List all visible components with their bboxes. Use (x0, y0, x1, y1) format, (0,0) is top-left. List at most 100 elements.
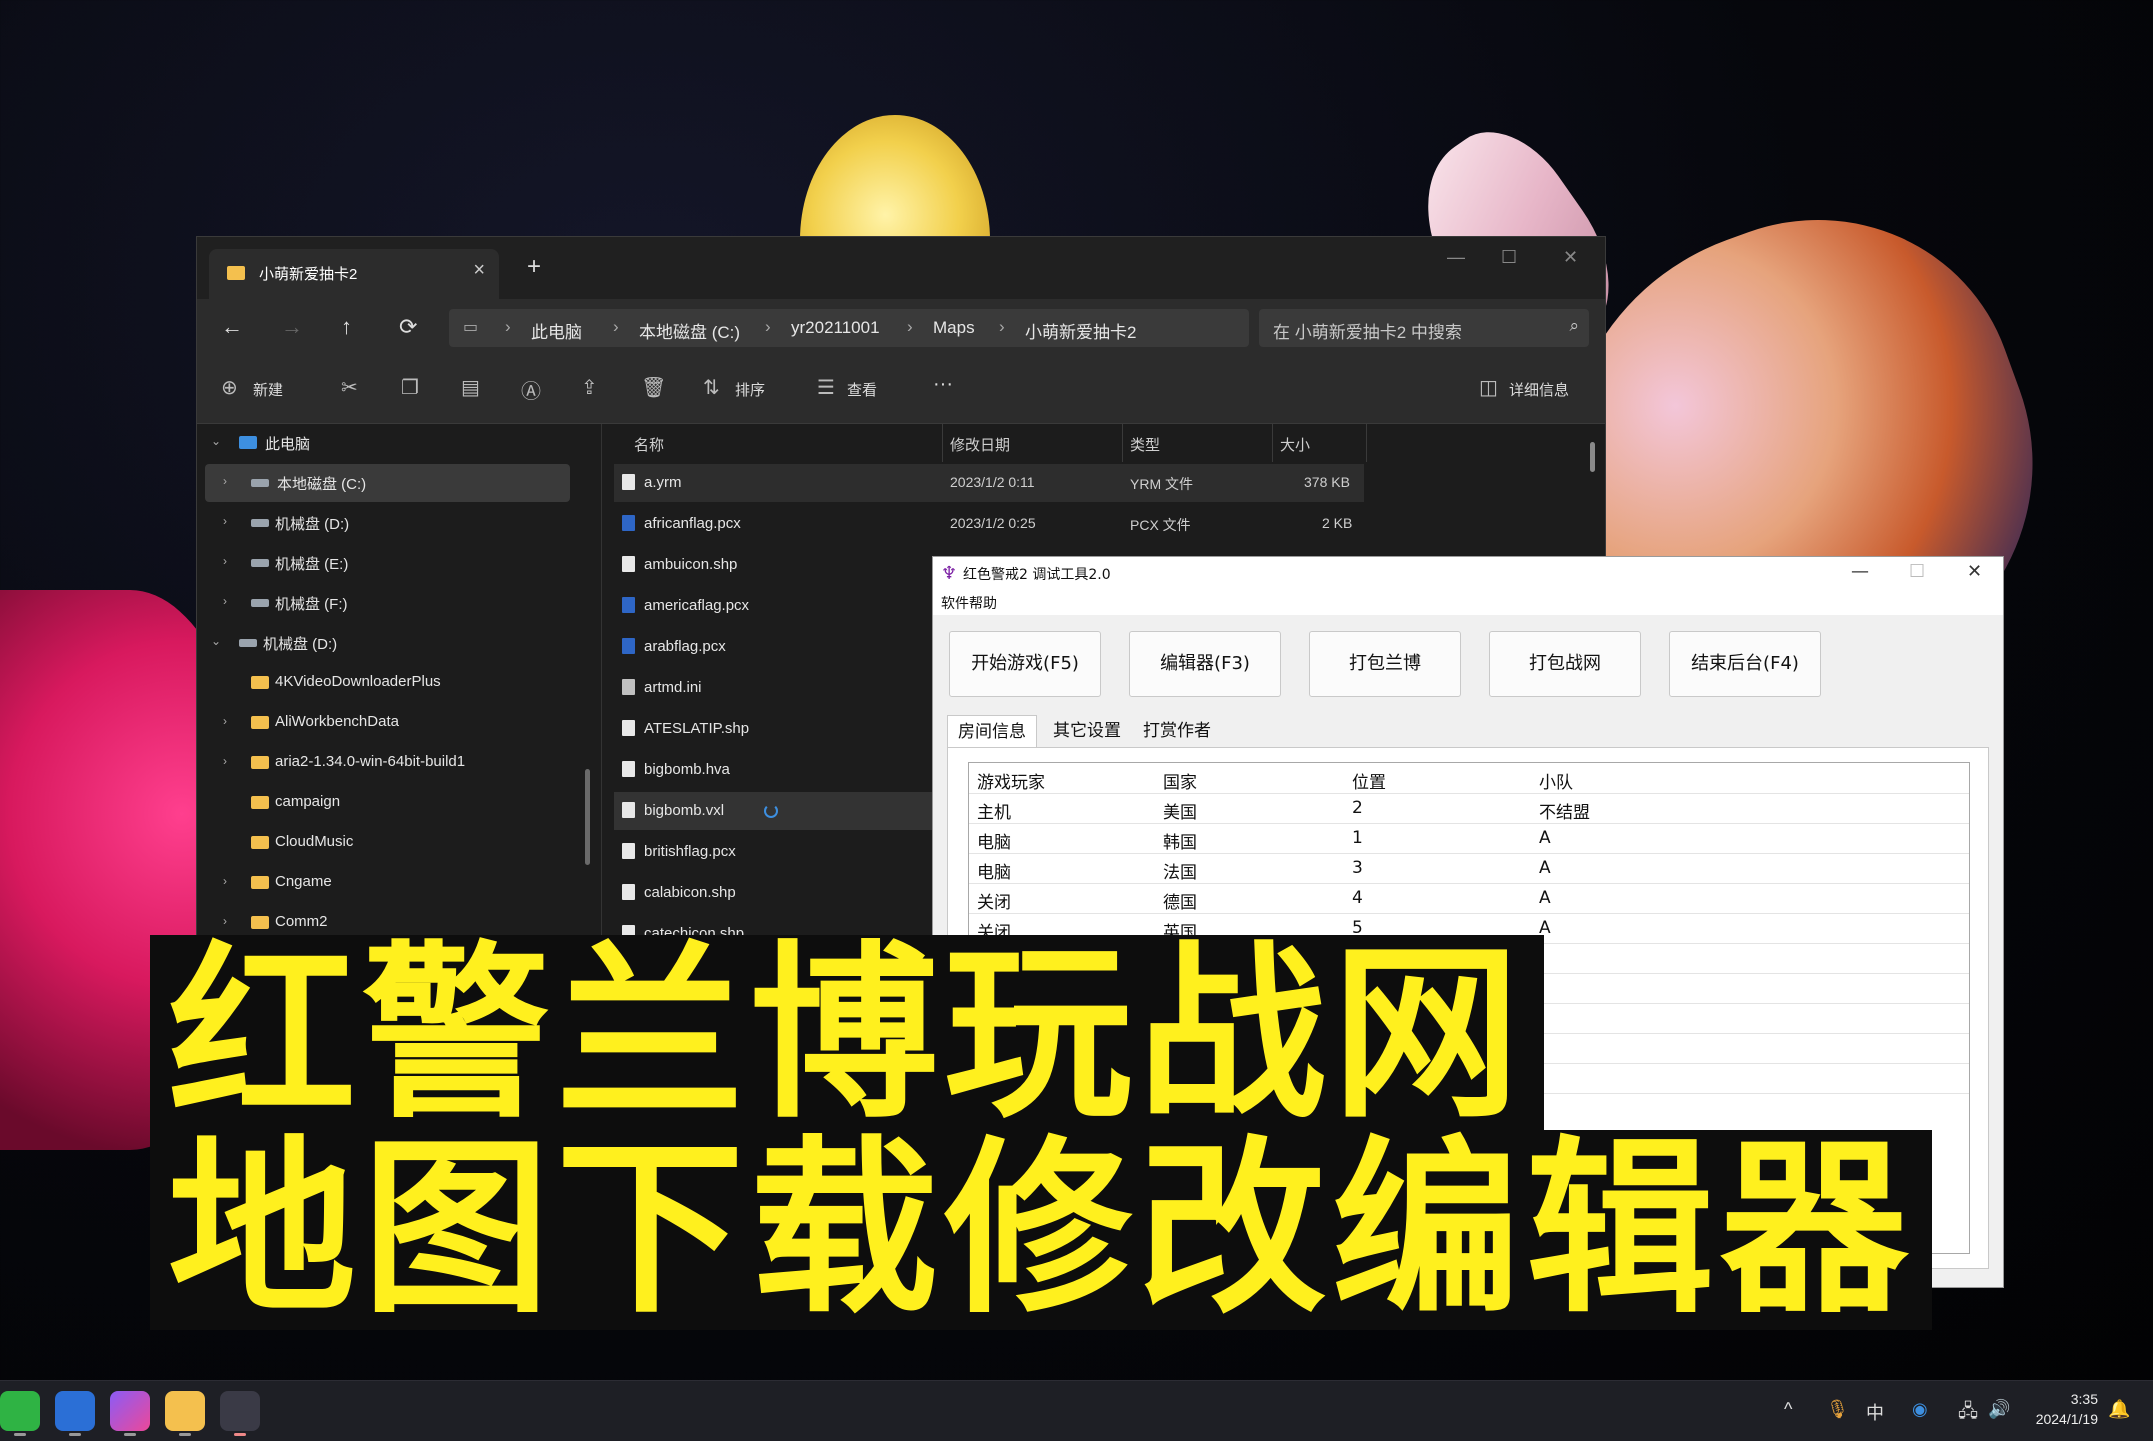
tab-tip-author[interactable]: 打赏作者 (1133, 715, 1221, 747)
sidebar-item-folder[interactable]: › AliWorkbenchData (197, 704, 597, 742)
tab-other-settings[interactable]: 其它设置 (1043, 715, 1131, 747)
sidebar-item-folder[interactable]: campaign (197, 784, 597, 822)
maximize-button[interactable]: ☐ (1909, 561, 1925, 582)
column-divider[interactable] (1366, 424, 1367, 462)
sidebar-item-drive-e[interactable]: › 机械盘 (E:) (197, 544, 597, 582)
ime-indicator[interactable]: 中 (1866, 1399, 1884, 1425)
notification-bell-icon[interactable]: 🔔 (2108, 1399, 2130, 1420)
up-arrow-icon[interactable]: ↑ (341, 314, 352, 340)
pack-rambo-button[interactable]: 打包兰博 (1309, 631, 1461, 697)
table-row[interactable]: 电脑 韩国 1 A (969, 823, 1969, 854)
breadcrumb-item[interactable]: 此电脑 (531, 318, 582, 343)
details-button[interactable]: 详细信息 (1509, 379, 1569, 400)
minimize-button[interactable]: — (1447, 247, 1465, 268)
minimize-button[interactable]: — (1851, 561, 1869, 582)
new-tab-button[interactable]: + (527, 253, 541, 281)
chevron-right-icon[interactable]: › (223, 714, 227, 728)
chevron-down-icon[interactable]: ⌄ (211, 634, 221, 648)
chevron-right-icon[interactable]: › (223, 594, 227, 608)
table-cell[interactable]: 1 (1352, 828, 1363, 848)
sidebar-item-folder[interactable]: CloudMusic (197, 824, 597, 862)
sidebar-item-folder[interactable]: 4KVideoDownloaderPlus (197, 664, 597, 702)
table-cell[interactable]: 德国 (1163, 888, 1197, 913)
sidebar-item-drive-d[interactable]: › 机械盘 (D:) (197, 504, 597, 542)
pack-battlenet-button[interactable]: 打包战网 (1489, 631, 1641, 697)
sidebar-scrollbar[interactable] (585, 769, 590, 865)
table-cell[interactable]: 电脑 (977, 858, 1011, 883)
table-cell[interactable]: 2 (1352, 798, 1363, 818)
forward-arrow-icon[interactable]: → (281, 314, 303, 340)
column-header-type[interactable]: 类型 (1130, 434, 1160, 455)
editor-button[interactable]: 编辑器(F3) (1129, 631, 1281, 697)
chevron-right-icon[interactable]: › (223, 554, 227, 568)
breadcrumb-item[interactable]: 小萌新爱抽卡2 (1025, 318, 1136, 343)
column-divider[interactable] (1272, 424, 1273, 462)
breadcrumb-item[interactable]: yr20211001 (791, 318, 880, 338)
breadcrumb-item[interactable]: 本地磁盘 (C:) (639, 318, 740, 343)
tab-room-info[interactable]: 房间信息 (947, 715, 1037, 748)
media-app-icon[interactable] (110, 1391, 150, 1436)
rename-icon[interactable]: Ⓐ (521, 375, 541, 404)
breadcrumb-item[interactable]: Maps (933, 318, 975, 338)
explorer-tab[interactable]: 小萌新爱抽卡2 × (209, 249, 499, 299)
table-row[interactable]: 关闭 德国 4 A (969, 883, 1969, 914)
chevron-right-icon[interactable]: › (223, 474, 227, 488)
cut-icon[interactable]: ✂ (341, 375, 358, 400)
table-row[interactable]: 电脑 法国 3 A (969, 853, 1969, 884)
more-button[interactable]: ··· (933, 373, 953, 396)
start-game-button[interactable]: 开始游戏(F5) (949, 631, 1101, 697)
file-row[interactable]: bigbomb.vxl (614, 792, 944, 830)
back-arrow-icon[interactable]: ← (221, 314, 243, 340)
table-cell[interactable]: A (1539, 858, 1551, 878)
table-cell[interactable]: 4 (1352, 888, 1363, 908)
table-cell[interactable]: A (1539, 888, 1551, 908)
sort-button[interactable]: 排序 (735, 379, 765, 400)
debug-tool-icon[interactable] (220, 1391, 260, 1436)
column-header-size[interactable]: 大小 (1280, 434, 1310, 455)
column-header-date[interactable]: 修改日期 (950, 434, 1010, 455)
sidebar-item-drive-d-expanded[interactable]: ⌄ 机械盘 (D:) (197, 624, 597, 662)
copy-icon[interactable]: ❐ (401, 375, 419, 400)
file-row[interactable]: africanflag.pcx 2023/1/2 0:25 PCX 文件 2 K… (614, 505, 1364, 543)
table-cell[interactable]: 韩国 (1163, 828, 1197, 853)
column-header-name[interactable]: 名称 (634, 434, 664, 455)
tray-overflow-chevron-icon[interactable]: ^ (1784, 1399, 1792, 1420)
qq-icon[interactable]: ◉ (1912, 1399, 1928, 1420)
chevron-right-icon[interactable]: › (223, 874, 227, 888)
refresh-icon[interactable]: ⟳ (399, 314, 417, 340)
table-cell[interactable]: 法国 (1163, 858, 1197, 883)
new-button[interactable]: 新建 (253, 379, 283, 400)
column-divider[interactable] (1122, 424, 1123, 462)
menu-help[interactable]: 软件帮助 (941, 593, 997, 613)
file-explorer-icon[interactable] (165, 1391, 205, 1436)
sidebar-item-this-pc[interactable]: ⌄ 此电脑 (197, 424, 597, 462)
file-row[interactable]: a.yrm 2023/1/2 0:11 YRM 文件 378 KB (614, 464, 1364, 502)
table-row[interactable]: 主机 美国 2 不结盟 (969, 793, 1969, 824)
table-cell[interactable]: 不结盟 (1539, 798, 1590, 823)
file-list-scrollbar[interactable] (1590, 442, 1595, 472)
maximize-button[interactable]: ☐ (1501, 247, 1517, 268)
sidebar-item-drive-f[interactable]: › 机械盘 (F:) (197, 584, 597, 622)
table-cell[interactable]: 美国 (1163, 798, 1197, 823)
sidebar-item-folder[interactable]: › Cngame (197, 864, 597, 902)
table-cell[interactable]: 3 (1352, 858, 1363, 878)
chevron-right-icon[interactable]: › (223, 754, 227, 768)
network-icon[interactable]: 🖧 (1958, 1399, 1978, 1429)
search-input[interactable]: 在 小萌新爱抽卡2 中搜索 ⌕ (1259, 309, 1589, 347)
table-cell[interactable]: 电脑 (977, 828, 1011, 853)
table-cell[interactable]: 关闭 (977, 888, 1011, 913)
wechat-icon[interactable] (0, 1391, 40, 1436)
close-tab-icon[interactable]: × (473, 259, 485, 282)
microphone-icon[interactable]: 🎙 (1826, 1399, 1849, 1420)
chevron-down-icon[interactable]: ⌄ (211, 434, 221, 448)
close-button[interactable]: ✕ (1563, 247, 1578, 268)
view-button[interactable]: 查看 (847, 379, 877, 400)
paste-icon[interactable]: ▤ (461, 375, 480, 400)
delete-icon[interactable]: 🗑 (641, 375, 666, 400)
security-app-icon[interactable] (55, 1391, 95, 1436)
share-icon[interactable]: ⇪ (581, 375, 598, 400)
table-cell[interactable]: A (1539, 828, 1551, 848)
sidebar-item-drive-c[interactable]: › 本地磁盘 (C:) (205, 464, 570, 502)
clock[interactable]: 3:35 2024/1/19 (2036, 1389, 2098, 1429)
chevron-right-icon[interactable]: › (223, 514, 227, 528)
